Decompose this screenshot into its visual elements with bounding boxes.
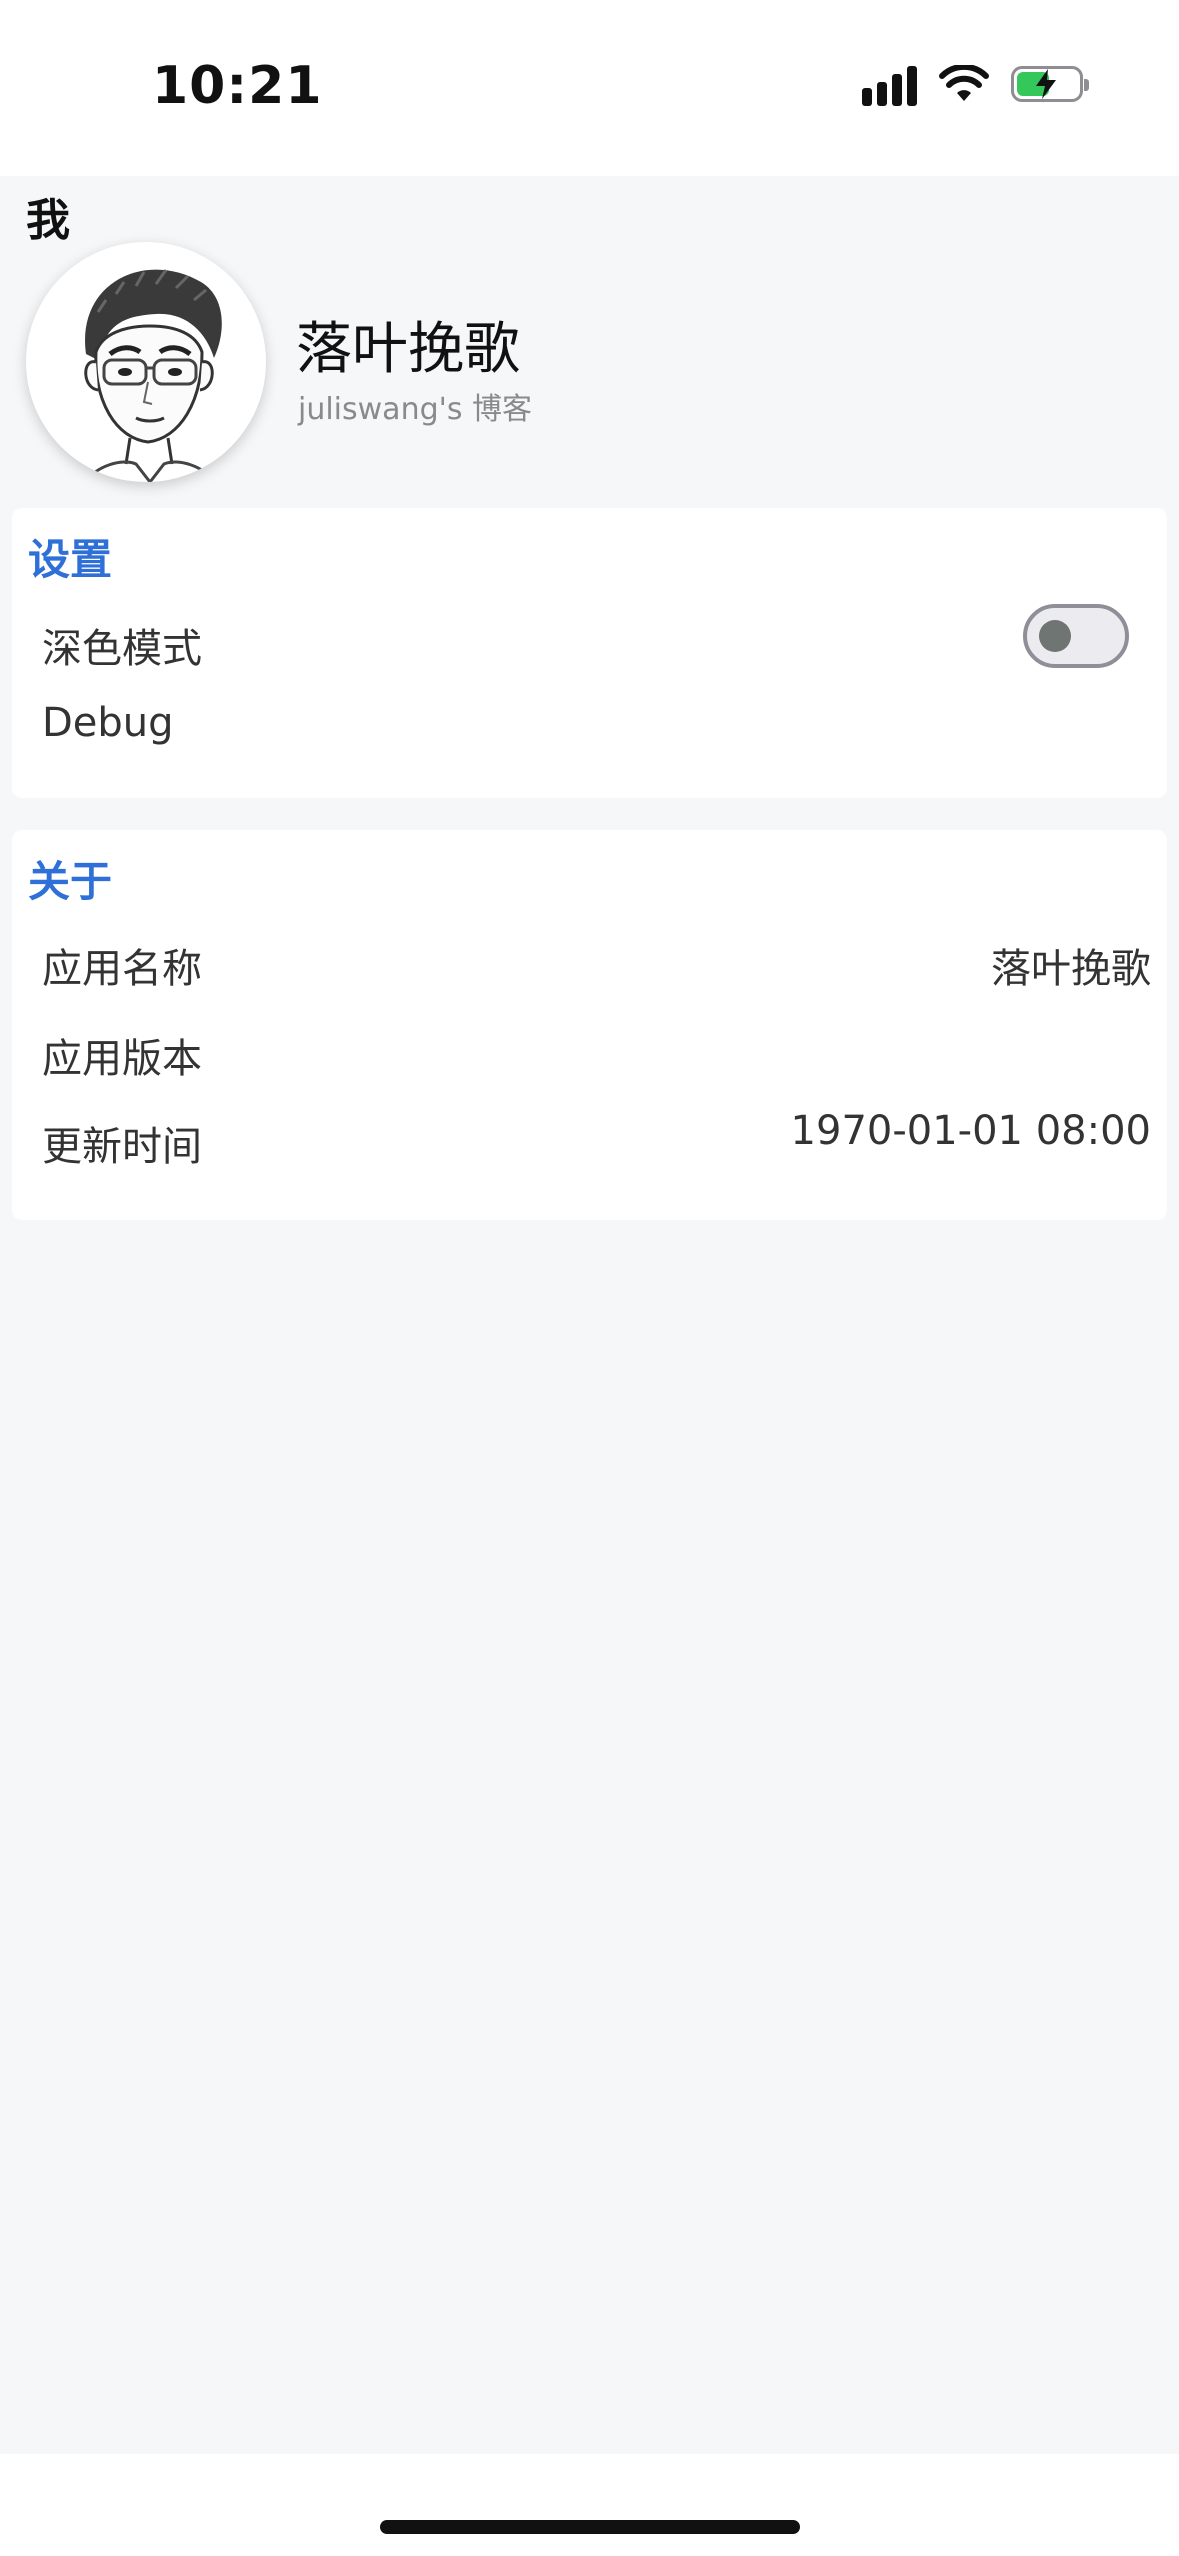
debug-row[interactable]: Debug <box>42 700 174 746</box>
about-card: 关于 应用名称 落叶挽歌 应用版本 更新时间 1970-01-01 08:00 <box>12 830 1167 1220</box>
bottom-bar <box>0 2454 1179 2556</box>
app-version-label: 应用版本 <box>42 1036 202 1082</box>
profile-name: 落叶挽歌 <box>296 317 520 382</box>
status-bar: 10:21 <box>0 0 1179 176</box>
app-name-label: 应用名称 <box>42 946 202 992</box>
toggle-knob <box>1039 620 1071 652</box>
home-indicator[interactable] <box>380 2520 800 2534</box>
cellular-signal-icon <box>862 62 917 106</box>
update-time-value: 1970-01-01 08:00 <box>790 1108 1151 1154</box>
page-title: 我 <box>26 195 70 246</box>
wifi-icon <box>939 65 989 101</box>
battery-icon <box>1011 66 1089 102</box>
about-section-title: 关于 <box>28 857 113 906</box>
avatar-sketch-portrait-icon <box>84 269 222 482</box>
settings-section-title: 设置 <box>28 535 113 584</box>
dark-mode-toggle[interactable] <box>1023 604 1129 668</box>
avatar[interactable] <box>26 242 266 482</box>
charging-bolt-icon <box>1036 69 1056 99</box>
dark-mode-label: 深色模式 <box>42 626 202 672</box>
status-time: 10:21 <box>152 56 323 116</box>
page-content: 我 落叶挽歌 juliswang's 博客 设置 深色模式 Debug 关于 应… <box>0 176 1179 2454</box>
status-icons <box>862 62 1089 106</box>
settings-card: 设置 深色模式 Debug <box>12 508 1167 798</box>
app-name-value: 落叶挽歌 <box>991 946 1151 992</box>
profile-subtitle: juliswang's 博客 <box>298 392 533 427</box>
update-time-label: 更新时间 <box>42 1124 202 1170</box>
